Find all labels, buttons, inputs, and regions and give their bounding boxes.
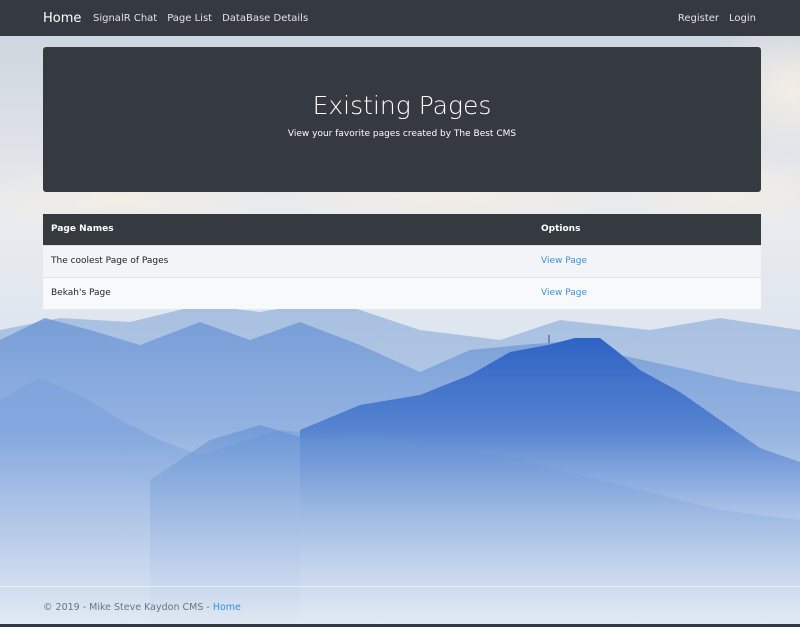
nav-link-database-details[interactable]: DataBase Details	[222, 12, 308, 25]
view-page-link[interactable]: View Page	[541, 256, 587, 266]
footer-home-link[interactable]: Home	[213, 602, 241, 613]
page-header-jumbotron: Existing Pages View your favorite pages …	[43, 47, 761, 192]
footer-copyright: © 2019 - Mike Steve Kaydon CMS -	[43, 602, 213, 613]
view-page-link[interactable]: View Page	[541, 288, 587, 298]
nav-link-page-list[interactable]: Page List	[167, 12, 212, 25]
footer-divider	[0, 586, 800, 587]
nav-right-links: Register Login	[678, 12, 756, 25]
table-row: The coolest Page of Pages View Page	[43, 244, 761, 277]
nav-link-register[interactable]: Register	[678, 12, 719, 25]
page-footer: © 2019 - Mike Steve Kaydon CMS - Home	[43, 602, 241, 614]
page-subtitle: View your favorite pages created by The …	[287, 129, 517, 139]
column-header-options: Options	[533, 214, 761, 245]
options-cell: View Page	[533, 244, 761, 277]
column-header-page-names: Page Names	[43, 214, 533, 245]
pages-table: Page Names Options The coolest Page of P…	[43, 214, 761, 309]
table-header-row: Page Names Options	[43, 214, 761, 245]
top-navbar: Home SignalR Chat Page List DataBase Det…	[0, 0, 800, 36]
nav-link-signalr-chat[interactable]: SignalR Chat	[93, 12, 157, 25]
table-row: Bekah's Page View Page	[43, 276, 761, 309]
options-cell: View Page	[533, 276, 761, 309]
nav-left-links: SignalR Chat Page List DataBase Details	[93, 12, 308, 25]
nav-link-login[interactable]: Login	[729, 12, 756, 25]
page-name-cell: Bekah's Page	[43, 276, 533, 309]
nav-brand-home[interactable]: Home	[43, 10, 81, 27]
page-title: Existing Pages	[312, 91, 492, 120]
page-name-cell: The coolest Page of Pages	[43, 244, 533, 277]
